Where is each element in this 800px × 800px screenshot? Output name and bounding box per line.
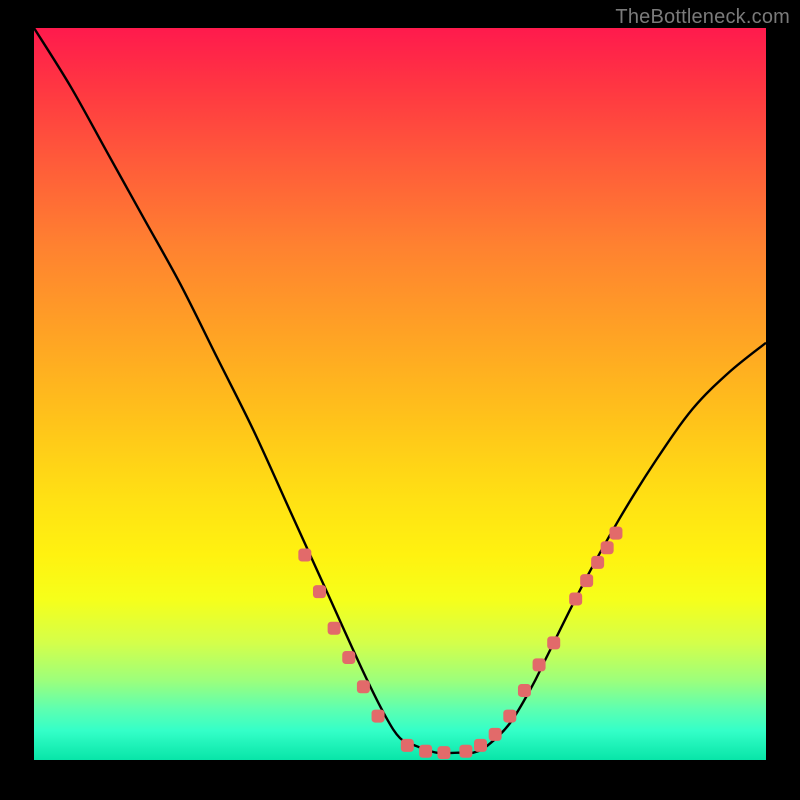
curve-marker — [342, 651, 355, 664]
curve-marker — [474, 739, 487, 752]
curve-marker — [591, 556, 604, 569]
curve-marker — [547, 636, 560, 649]
curve-marker — [533, 658, 546, 671]
curve-marker — [503, 710, 516, 723]
curve-marker — [437, 746, 450, 759]
curve-marker — [609, 527, 622, 540]
chart-plot-area — [34, 28, 766, 760]
curve-marker — [372, 710, 385, 723]
curve-marker — [328, 622, 341, 635]
curve-marker — [313, 585, 326, 598]
curve-marker — [518, 684, 531, 697]
curve-line — [34, 28, 766, 753]
curve-marker — [419, 745, 432, 758]
curve-marker — [580, 574, 593, 587]
curve-marker — [401, 739, 414, 752]
bottleneck-curve-svg — [34, 28, 766, 760]
curve-marker — [357, 680, 370, 693]
curve-marker — [601, 541, 614, 554]
watermark-text: TheBottleneck.com — [615, 6, 790, 29]
curve-marker — [489, 728, 502, 741]
curve-marker — [298, 549, 311, 562]
curve-marker — [569, 592, 582, 605]
curve-marker — [459, 745, 472, 758]
